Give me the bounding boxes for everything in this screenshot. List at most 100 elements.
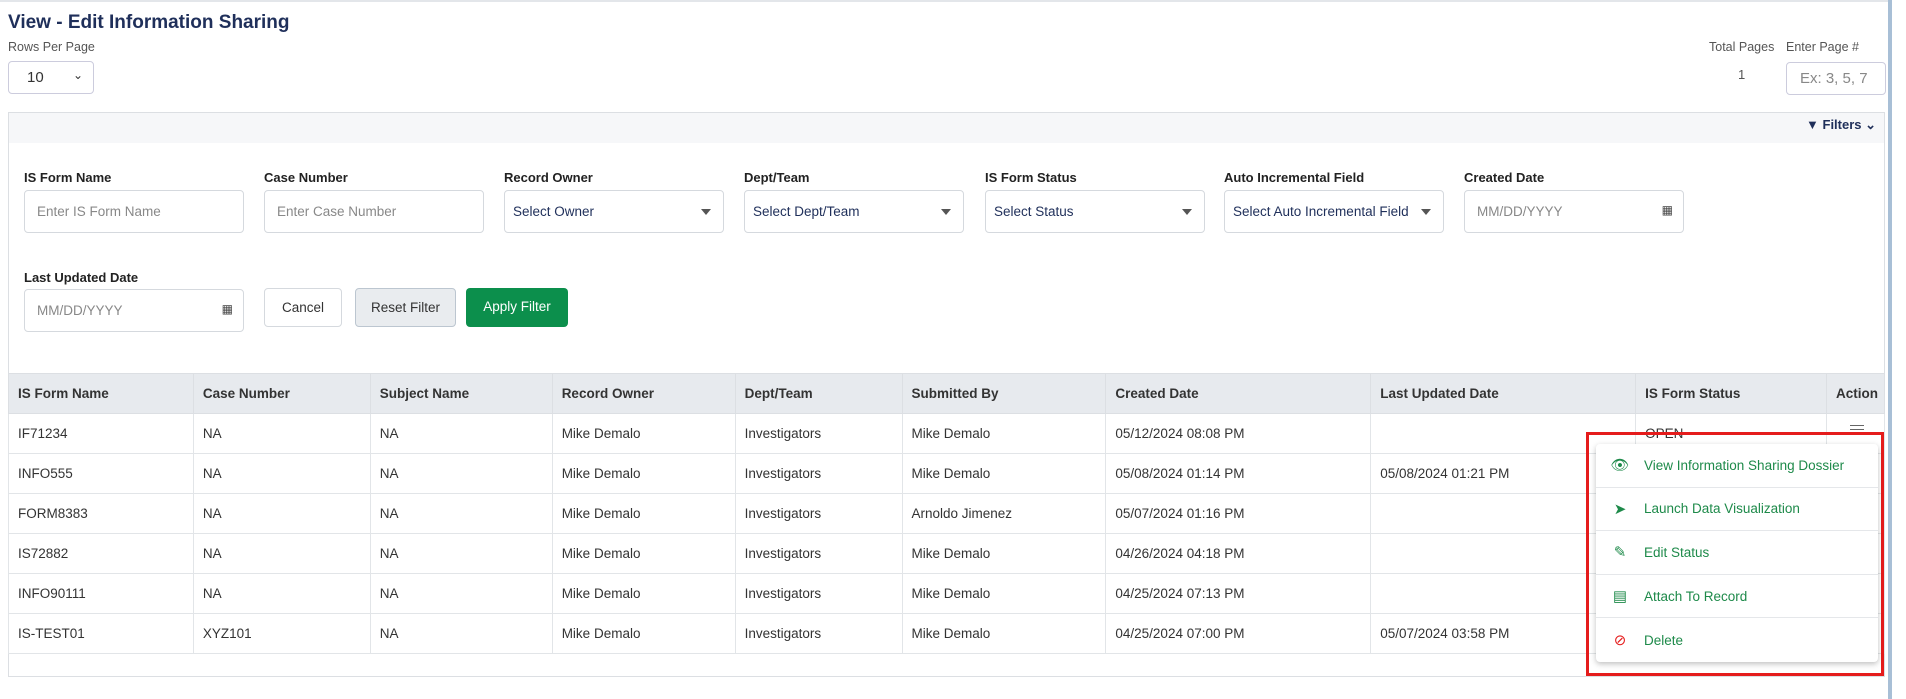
filter-icon: ▼	[1806, 117, 1819, 132]
menu-item-launch-visualization[interactable]: ➤ Launch Data Visualization	[1596, 488, 1878, 532]
table-cell: NA	[369, 413, 553, 454]
table-cell: Mike Demalo	[901, 453, 1107, 494]
action-dropdown-menu: 👁 View Information Sharing Dossier ➤ Launc…	[1596, 444, 1878, 662]
table-cell: NA	[369, 573, 553, 614]
archive-box-icon: ▤	[1612, 588, 1628, 606]
table-cell: NA	[192, 453, 371, 494]
column-header[interactable]: Dept/Team	[734, 373, 903, 414]
column-header[interactable]: IS Form Status	[1635, 373, 1827, 414]
table-cell: INFO90111	[8, 573, 194, 614]
created-date-input[interactable]: MM/DD/YYYY ▦	[1464, 190, 1684, 233]
table-cell: NA	[192, 413, 371, 454]
page-title: View - Edit Information Sharing	[8, 12, 290, 33]
column-header[interactable]: Created Date	[1105, 373, 1372, 414]
column-header[interactable]: Record Owner	[551, 373, 736, 414]
menu-item-edit-status[interactable]: ✎ Edit Status	[1596, 531, 1878, 575]
created-date-placeholder: MM/DD/YYYY	[1477, 204, 1563, 219]
calendar-icon[interactable]: ▦	[1662, 203, 1673, 217]
chevron-down-icon: ⌄	[1865, 117, 1877, 132]
table-cell: 04/25/2024 07:13 PM	[1105, 573, 1372, 614]
column-header[interactable]: Submitted By	[901, 373, 1107, 414]
menu-item-attach-to-record[interactable]: ▤ Attach To Record	[1596, 575, 1878, 619]
table-cell: Mike Demalo	[901, 413, 1107, 454]
table-cell: Mike Demalo	[551, 533, 736, 574]
table-cell: Investigators	[734, 613, 903, 654]
column-header[interactable]: Case Number	[192, 373, 371, 414]
filters-toggle[interactable]: ▼ Filters ⌄	[1806, 117, 1876, 133]
dept-team-value: Select Dept/Team	[753, 204, 860, 219]
column-header[interactable]: Last Updated Date	[1370, 373, 1637, 414]
column-header[interactable]: Subject Name	[369, 373, 553, 414]
auto-incremental-label: Auto Incremental Field	[1224, 170, 1365, 185]
auto-incremental-select[interactable]: Select Auto Incremental Field	[1224, 190, 1444, 233]
is-form-name-input[interactable]: Enter IS Form Name	[24, 190, 244, 233]
table-cell: 05/07/2024 01:16 PM	[1105, 493, 1372, 534]
menu-item-label: Edit Status	[1644, 544, 1710, 560]
table-cell: IF71234	[8, 413, 194, 454]
menu-item-label: View Information Sharing Dossier	[1644, 457, 1845, 473]
caret-down-icon	[701, 209, 711, 215]
table-cell: NA	[192, 493, 371, 534]
table-cell: Mike Demalo	[551, 613, 736, 654]
table-cell: NA	[369, 493, 553, 534]
table-cell: NA	[192, 573, 371, 614]
case-number-label: Case Number	[264, 170, 348, 185]
record-owner-label: Record Owner	[504, 170, 593, 185]
case-number-input[interactable]: Enter Case Number	[264, 190, 484, 233]
eye-icon: 👁	[1610, 457, 1630, 475]
table-cell: NA	[192, 533, 371, 574]
table-cell: 04/26/2024 04:18 PM	[1105, 533, 1372, 574]
table-cell: Investigators	[734, 533, 903, 574]
table-cell: Arnoldo Jimenez	[901, 493, 1107, 534]
is-form-status-label: IS Form Status	[985, 170, 1077, 185]
record-owner-value: Select Owner	[513, 204, 595, 219]
table-cell: Mike Demalo	[551, 413, 736, 454]
table-cell: Mike Demalo	[551, 573, 736, 614]
caret-down-icon	[1182, 209, 1192, 215]
auto-incremental-value: Select Auto Incremental Field	[1233, 204, 1409, 219]
edit-comment-icon: ✎	[1613, 544, 1627, 562]
rocket-icon: ➤	[1613, 500, 1627, 518]
table-cell: Mike Demalo	[901, 573, 1107, 614]
table-cell: NA	[369, 533, 553, 574]
ban-icon: ⊘	[1613, 632, 1627, 650]
table-cell: Mike Demalo	[901, 533, 1107, 574]
table-cell: Mike Demalo	[551, 453, 736, 494]
dept-team-label: Dept/Team	[744, 170, 810, 185]
cancel-button[interactable]: Cancel	[264, 288, 342, 327]
menu-item-delete[interactable]: ⊘ Delete	[1596, 618, 1878, 662]
column-header[interactable]: IS Form Name	[8, 373, 194, 414]
filter-panel-header	[9, 113, 1884, 143]
is-form-status-value: Select Status	[994, 204, 1074, 219]
enter-page-label: Enter Page #	[1786, 40, 1859, 54]
scrollbar[interactable]	[1888, 0, 1892, 699]
table-cell: INFO555	[8, 453, 194, 494]
menu-item-label: Attach To Record	[1644, 588, 1748, 604]
table-cell: XYZ101	[192, 613, 371, 654]
table-cell: Mike Demalo	[901, 613, 1107, 654]
rows-per-page-value: 10	[27, 69, 44, 86]
total-pages-label: Total Pages	[1709, 40, 1775, 54]
column-header[interactable]: Action	[1825, 373, 1886, 414]
dept-team-select[interactable]: Select Dept/Team	[744, 190, 964, 233]
calendar-icon[interactable]: ▦	[222, 302, 233, 316]
apply-filter-button[interactable]: Apply Filter	[466, 288, 568, 327]
chevron-down-icon: ⌄	[72, 68, 83, 82]
enter-page-input[interactable]: Ex: 3, 5, 7	[1786, 62, 1886, 95]
table-cell: 05/08/2024 01:14 PM	[1105, 453, 1372, 494]
menu-item-view-dossier[interactable]: 👁 View Information Sharing Dossier	[1596, 444, 1878, 488]
is-form-status-select[interactable]: Select Status	[985, 190, 1205, 233]
rows-per-page-select[interactable]: 10 ⌄	[8, 61, 94, 94]
table-cell: Investigators	[734, 453, 903, 494]
reset-filter-button[interactable]: Reset Filter	[355, 288, 456, 327]
last-updated-date-input[interactable]: MM/DD/YYYY ▦	[24, 289, 244, 332]
table-cell: IS-TEST01	[8, 613, 194, 654]
table-cell: NA	[369, 453, 553, 494]
table-cell: 05/12/2024 08:08 PM	[1105, 413, 1372, 454]
is-form-name-label: IS Form Name	[24, 170, 112, 185]
total-pages-value: 1	[1738, 67, 1746, 82]
created-date-label: Created Date	[1464, 170, 1545, 185]
record-owner-select[interactable]: Select Owner	[504, 190, 724, 233]
table-cell: Investigators	[734, 493, 903, 534]
last-updated-date-label: Last Updated Date	[24, 270, 139, 285]
